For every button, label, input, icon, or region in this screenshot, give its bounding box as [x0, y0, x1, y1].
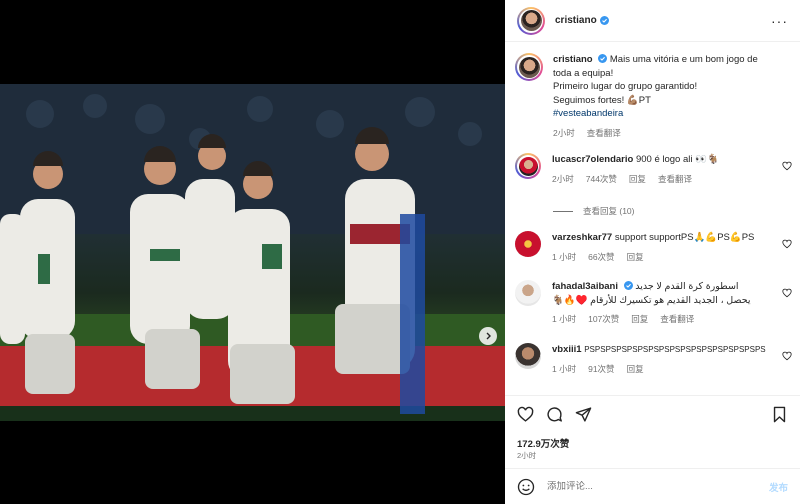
hashtag-link[interactable]: #vesteabandeira [553, 108, 623, 119]
comment-username[interactable]: varzeshkar77 [552, 232, 612, 243]
view-replies-link[interactable]: 查看回复 (10) [553, 205, 634, 217]
chevron-right-icon [486, 332, 491, 340]
caption-line-3: Primeiro lugar do grupo garantido! [553, 81, 698, 92]
caption-translate-link[interactable]: 查看翻译 [587, 127, 621, 141]
verified-badge-icon [599, 16, 609, 25]
caption-line-4: Seguimos fortes! 💪🏽PT [553, 94, 651, 106]
post-header: cristiano ··· [505, 0, 800, 42]
caption-line-2: toda a equipa! [553, 67, 614, 79]
reply-button[interactable]: 回复 [627, 363, 644, 377]
comment-text: support supportPS🙏💪PS💪PS [614, 232, 755, 243]
reply-button[interactable]: 回复 [627, 251, 644, 265]
comment-text-line-2: يحصل ، الجديد القديم هو تكسيرك للأرقام ♥… [552, 294, 751, 306]
caption-username[interactable]: cristiano [553, 54, 593, 65]
caption-meta: 2小时 查看翻译 [553, 127, 792, 141]
comment-likes[interactable]: 744次赞 [586, 173, 617, 187]
caption-time[interactable]: 2小时 [553, 127, 575, 141]
comment-composer: 发布 [505, 468, 800, 504]
post-comment-button[interactable]: 发布 [769, 480, 788, 494]
avatar[interactable] [517, 6, 545, 35]
comment-avatar[interactable] [515, 280, 541, 306]
share-icon[interactable] [575, 406, 592, 423]
post-actions: 172.9万次赞 2小时 [505, 395, 800, 465]
translate-link[interactable]: 查看翻译 [660, 313, 694, 327]
verified-badge-icon [598, 54, 608, 63]
replies-divider [553, 210, 573, 212]
comment-avatar[interactable] [515, 231, 541, 257]
caption-text: cristiano Mais uma vitória e um bom jogo… [553, 53, 792, 121]
like-comment-heart-icon[interactable] [782, 288, 792, 298]
comments-list: cristiano Mais uma vitória e um bom jogo… [505, 43, 800, 395]
caption-line-1: Mais uma vitória e um bom jogo de [609, 54, 758, 65]
comment-item: lucascr7olendario 900 é logo ali 👀🐐 2小时 … [515, 153, 792, 186]
save-bookmark-icon[interactable] [771, 406, 788, 423]
comment-text-line-1: اسطورة كرة القدم لا جديد [635, 281, 739, 292]
translate-link[interactable]: 查看翻译 [658, 173, 692, 187]
comment-time[interactable]: 1 小时 [552, 363, 576, 377]
comment-likes[interactable]: 91次赞 [588, 363, 614, 377]
comment-likes[interactable]: 66次赞 [588, 251, 614, 265]
football-celebration-image [0, 84, 505, 421]
more-options-icon[interactable]: ··· [771, 14, 788, 28]
comment-avatar[interactable] [515, 153, 541, 179]
post-photo [0, 84, 505, 421]
caption-avatar[interactable] [515, 53, 543, 81]
caption: cristiano Mais uma vitória e um bom jogo… [515, 53, 792, 140]
next-photo-button[interactable] [479, 327, 497, 345]
emoji-icon[interactable] [517, 478, 535, 496]
comment-item: vbxiii1 PSPSPSPSPSPSPSPSPSPSPSPSPSPSPSPS… [515, 343, 792, 376]
like-heart-icon[interactable] [517, 406, 534, 423]
comment-username[interactable]: lucascr7olendario [552, 154, 633, 165]
post-date[interactable]: 2小时 [517, 450, 536, 461]
comment-username[interactable]: fahadal3aibani [552, 281, 618, 292]
comment-text: 900 é logo ali 👀🐐 [635, 154, 719, 165]
comment-text: PSPSPSPSPSPSPSPSPSPSPSPSPSPSPSPSPS [584, 345, 766, 354]
header-username[interactable]: cristiano [555, 15, 597, 26]
reply-button[interactable]: 回复 [629, 173, 646, 187]
media-pane [0, 0, 505, 504]
verified-badge-icon [623, 281, 633, 290]
comment-item: varzeshkar77 support supportPS🙏💪PS💪PS 1 … [515, 231, 792, 264]
like-comment-heart-icon[interactable] [782, 351, 792, 361]
comment-item: fahadal3aibani اسطورة كرة القدم لا جديد … [515, 280, 792, 327]
instagram-post-modal: cristiano ··· cristiano Mais uma vitória… [0, 0, 800, 504]
comment-username[interactable]: vbxiii1 [552, 344, 582, 355]
like-comment-heart-icon[interactable] [782, 161, 792, 171]
view-replies-label: 查看回复 (10) [583, 206, 635, 216]
comment-input[interactable] [547, 481, 769, 492]
comment-time[interactable]: 2小时 [552, 173, 574, 187]
comment-time[interactable]: 1 小时 [552, 251, 576, 265]
comment-avatar[interactable] [515, 343, 541, 369]
post-side-panel: cristiano ··· cristiano Mais uma vitória… [505, 0, 800, 504]
comment-icon[interactable] [546, 406, 563, 423]
like-comment-heart-icon[interactable] [782, 239, 792, 249]
likes-count[interactable]: 172.9万次赞 [517, 436, 569, 450]
comment-time[interactable]: 1 小时 [552, 313, 576, 327]
comment-likes[interactable]: 107次赞 [588, 313, 619, 327]
reply-button[interactable]: 回复 [631, 313, 648, 327]
